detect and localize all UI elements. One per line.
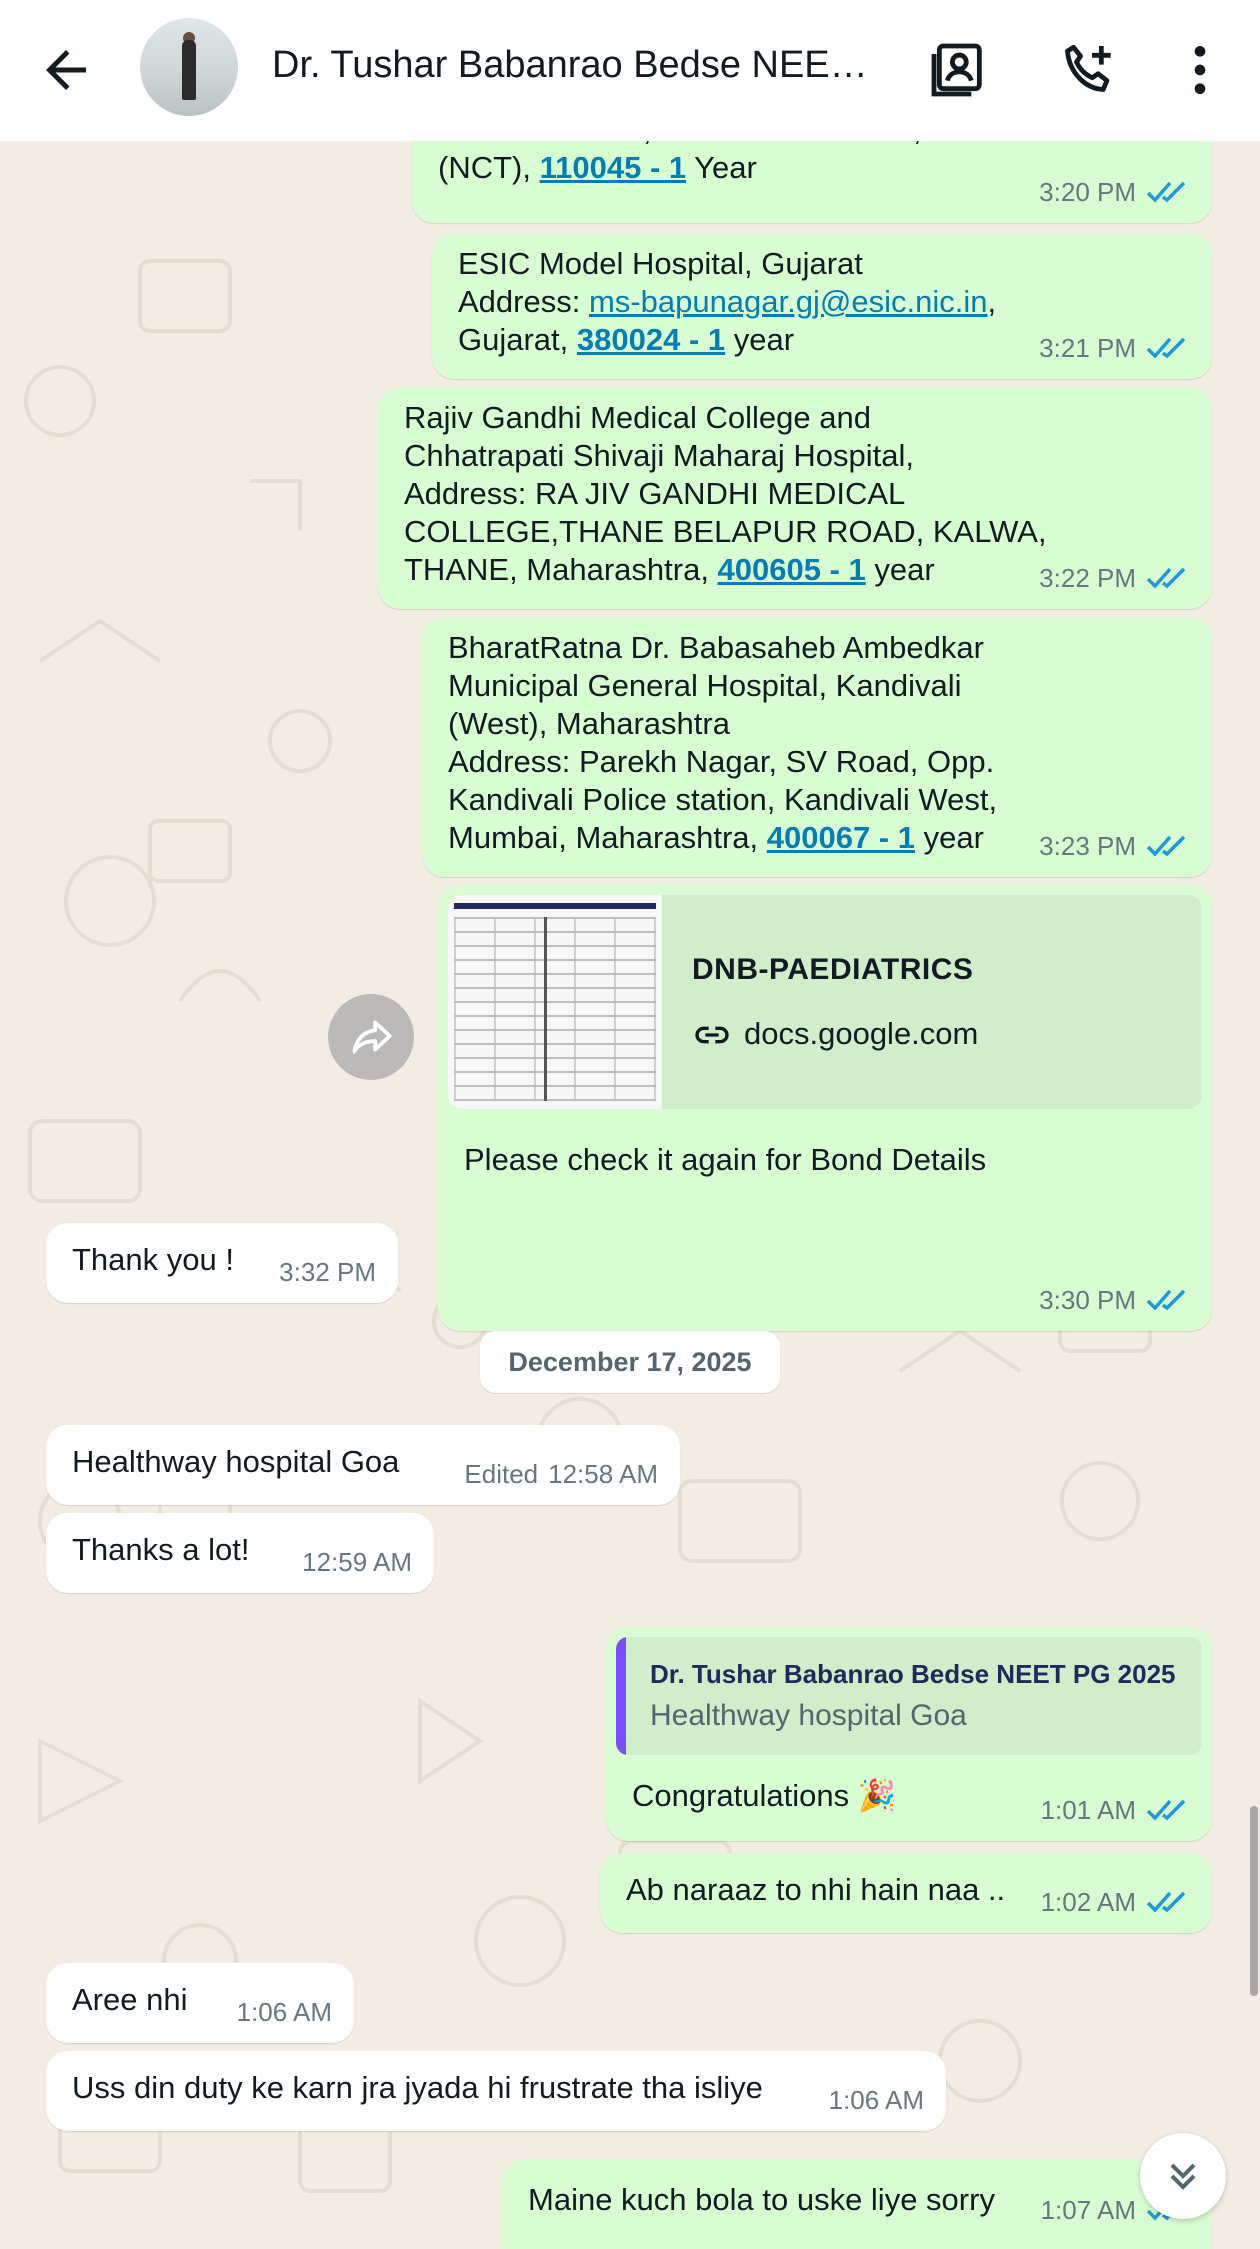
add-call-icon[interactable] xyxy=(1056,38,1120,102)
message-text: (NCT), 110045 - 1 Year xyxy=(438,150,757,185)
message-bubble-outgoing[interactable]: Address: Dabri, New Delhi-110045, Delhi … xyxy=(412,141,1212,223)
message-bubble-incoming[interactable]: Healthway hospital Goa Edited 12:58 AM xyxy=(46,1425,680,1505)
chat-title[interactable]: Dr. Tushar Babanrao Bedse NEET… xyxy=(272,44,872,87)
message-meta: 3:20 PM xyxy=(1039,173,1190,211)
pincode-link[interactable]: 380024 - 1 xyxy=(577,322,725,357)
link-preview-title: DNB-PAEDIATRICS xyxy=(692,953,974,986)
message-time: 3:32 PM xyxy=(279,1257,376,1287)
message-bubble-outgoing[interactable]: Dr. Tushar Babanrao Bedse NEET PG 2025 H… xyxy=(606,1627,1212,1841)
message-text: (West), Maharashtra xyxy=(448,706,730,741)
chat-area[interactable]: Address: Dabri, New Delhi-110045, Delhi … xyxy=(0,141,1260,2249)
message-text: Aree nhi xyxy=(72,1982,188,2017)
chat-header: Dr. Tushar Babanrao Bedse NEET… xyxy=(0,0,1260,141)
message-meta: 1:06 AM xyxy=(237,1993,332,2031)
message-meta: Edited 12:58 AM xyxy=(464,1455,658,1493)
message-text: Address: ms-bapunagar.gj@esic.nic.in, xyxy=(458,284,997,319)
message-time: 12:58 AM xyxy=(548,1459,658,1489)
message-text: Thank you ! xyxy=(72,1242,234,1277)
message-bubble-incoming[interactable]: Thank you ! 3:32 PM xyxy=(46,1223,398,1303)
message-bubble-outgoing[interactable]: Maine kuch bola to uske liye sorry 1:07 … xyxy=(502,2159,1212,2249)
edited-label: Edited xyxy=(464,1459,539,1489)
message-text: Uss din duty ke karn jra jyada hi frustr… xyxy=(72,2070,763,2105)
message-text: THANE, Maharashtra, 400605 - 1 year xyxy=(404,552,935,587)
avatar[interactable] xyxy=(140,18,238,116)
message-text: Congratulations 🎉 xyxy=(632,1778,897,1813)
message-time: 3:20 PM xyxy=(1039,177,1136,207)
read-ticks-icon xyxy=(1146,835,1186,857)
message-meta: 3:22 PM xyxy=(1039,559,1190,597)
message-time: 12:59 AM xyxy=(302,1547,412,1577)
message-meta: 3:23 PM xyxy=(1039,827,1190,865)
quote-text: Healthway hospital Goa xyxy=(650,1699,967,1732)
message-bubble-outgoing[interactable]: ESIC Model Hospital, Gujarat Address: ms… xyxy=(432,233,1212,379)
message-text: COLLEGE,THANE BELAPUR ROAD, KALWA, xyxy=(404,514,1047,549)
read-ticks-icon xyxy=(1146,567,1186,589)
message-text: Gujarat, 380024 - 1 year xyxy=(458,322,795,357)
message-meta: 1:06 AM xyxy=(829,2081,924,2119)
message-bubble-outgoing[interactable]: Rajiv Gandhi Medical College and Chhatra… xyxy=(378,387,1212,609)
message-text: Address: RA JIV GANDHI MEDICAL xyxy=(404,476,906,511)
quote-author: Dr. Tushar Babanrao Bedse NEET PG 2025 xyxy=(650,1659,1176,1689)
message-time: 1:06 AM xyxy=(236,1997,332,2027)
message-time: 1:02 AM xyxy=(1040,1887,1136,1917)
message-text: Rajiv Gandhi Medical College and xyxy=(404,400,871,435)
read-ticks-icon xyxy=(1146,337,1186,359)
more-vert-icon[interactable] xyxy=(1168,38,1232,102)
read-ticks-icon xyxy=(1146,1799,1186,1821)
message-text: Address: Dabri, New Delhi-110045, Delhi xyxy=(438,141,1001,149)
message-bubble-incoming[interactable]: Thanks a lot! 12:59 AM xyxy=(46,1513,434,1593)
message-bubble-incoming[interactable]: Aree nhi 1:06 AM xyxy=(46,1963,354,2043)
link-preview-thumbnail xyxy=(448,895,662,1109)
message-time: 1:06 AM xyxy=(828,2085,924,2115)
message-bubble-incoming[interactable]: Uss din duty ke karn jra jyada hi frustr… xyxy=(46,2051,946,2131)
message-time: 1:07 AM xyxy=(1040,2195,1136,2225)
message-text: Address: Parekh Nagar, SV Road, Opp. xyxy=(448,744,995,779)
contact-card-icon[interactable] xyxy=(926,38,990,102)
link-preview[interactable]: DNB-PAEDIATRICS docs.google.com xyxy=(448,895,1202,1109)
message-meta: 1:02 AM xyxy=(1041,1883,1190,1921)
forward-icon xyxy=(352,1020,392,1054)
message-text: Municipal General Hospital, Kandivali xyxy=(448,668,962,703)
scrollbar[interactable] xyxy=(1250,1806,1258,1996)
message-text: ESIC Model Hospital, Gujarat xyxy=(458,246,863,281)
read-ticks-icon xyxy=(1146,181,1186,203)
email-link[interactable]: ms-bapunagar.gj@esic.nic.in xyxy=(589,284,988,319)
read-ticks-icon xyxy=(1146,1289,1186,1311)
date-separator: December 17, 2025 xyxy=(480,1331,780,1393)
message-meta: 3:30 PM xyxy=(1039,1281,1190,1319)
message-meta: 3:21 PM xyxy=(1039,329,1190,367)
message-text: Please check it again for Bond Details xyxy=(464,1142,987,1177)
message-time: 3:21 PM xyxy=(1039,333,1136,363)
message-text: Chhatrapati Shivaji Maharaj Hospital, xyxy=(404,438,915,473)
scroll-to-bottom-button[interactable] xyxy=(1140,2133,1226,2219)
message-time: 3:23 PM xyxy=(1039,831,1136,861)
link-preview-domain: docs.google.com xyxy=(744,1016,979,1051)
message-text: BharatRatna Dr. Babasaheb Ambedkar xyxy=(448,630,984,665)
message-text: Kandivali Police station, Kandivali West… xyxy=(448,782,998,817)
message-time: 3:30 PM xyxy=(1039,1285,1136,1315)
back-arrow-icon[interactable] xyxy=(36,40,96,100)
pincode-link[interactable]: 400605 - 1 xyxy=(718,552,866,587)
forward-button[interactable] xyxy=(328,994,414,1080)
pincode-link[interactable]: 400067 - 1 xyxy=(767,820,915,855)
message-time: 1:01 AM xyxy=(1040,1795,1136,1825)
message-text: Mumbai, Maharashtra, 400067 - 1 year xyxy=(448,820,984,855)
message-meta: 3:32 PM xyxy=(279,1253,376,1291)
message-text: Thanks a lot! xyxy=(72,1532,250,1567)
message-text: Ab naraaz to nhi hain naa .. xyxy=(626,1872,1006,1907)
message-time: 3:22 PM xyxy=(1039,563,1136,593)
double-chevron-down-icon xyxy=(1170,2163,1196,2190)
pincode-link[interactable]: 110045 - 1 xyxy=(540,150,687,185)
read-ticks-icon xyxy=(1146,1891,1186,1913)
message-text: Maine kuch bola to uske liye sorry xyxy=(528,2182,995,2217)
quoted-message[interactable]: Dr. Tushar Babanrao Bedse NEET PG 2025 H… xyxy=(616,1637,1202,1755)
quote-bar xyxy=(616,1637,626,1755)
message-meta: 1:01 AM xyxy=(1041,1791,1190,1829)
message-text: Healthway hospital Goa xyxy=(72,1444,400,1479)
message-meta: 12:59 AM xyxy=(302,1543,412,1581)
message-bubble-outgoing[interactable]: BharatRatna Dr. Babasaheb Ambedkar Munic… xyxy=(422,617,1212,877)
message-bubble-outgoing[interactable]: DNB-PAEDIATRICS docs.google.com Please c… xyxy=(438,885,1212,1331)
link-icon xyxy=(695,1026,729,1044)
message-bubble-outgoing[interactable]: Ab naraaz to nhi hain naa .. 1:02 AM xyxy=(600,1853,1212,1933)
